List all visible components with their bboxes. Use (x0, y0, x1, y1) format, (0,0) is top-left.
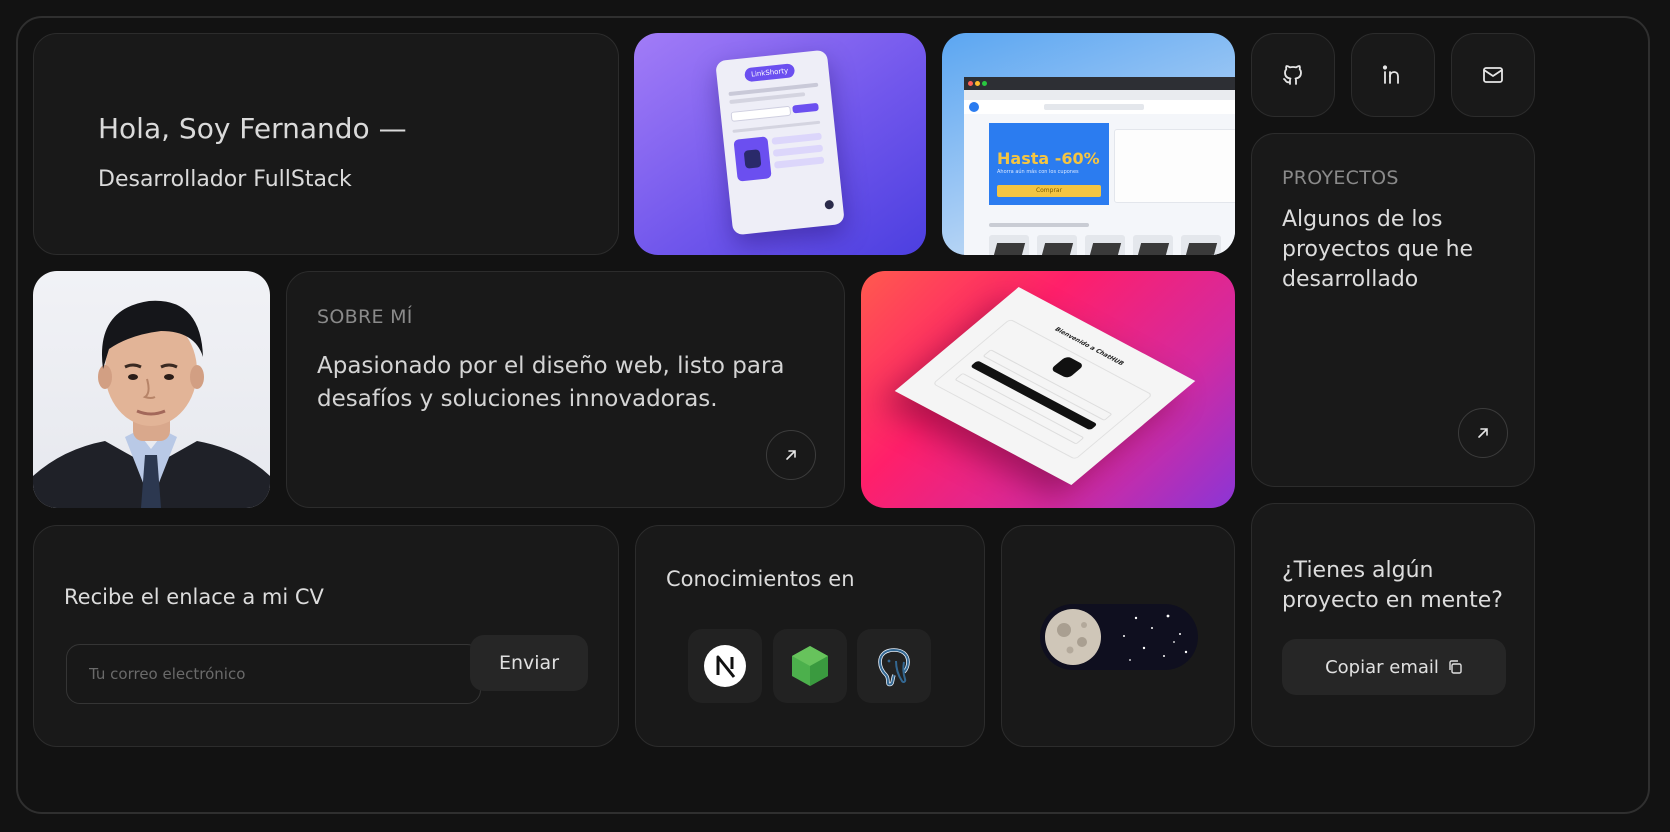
projects-card[interactable]: PROYECTOS Algunos de los proyectos que h… (1251, 133, 1535, 487)
profile-portrait (33, 300, 270, 508)
mail-button[interactable] (1451, 33, 1535, 117)
hero-subtitle: Desarrollador FullStack (98, 167, 352, 192)
about-label: SOBRE MÍ (317, 306, 413, 328)
chathub-mockup: Bienvenido a ChatHUB (894, 287, 1196, 485)
nextjs-icon (704, 645, 746, 687)
theme-card (1001, 525, 1235, 747)
nodejs-icon (792, 646, 828, 686)
about-card[interactable]: SOBRE MÍ Apasionado por el diseño web, l… (286, 271, 845, 508)
linkshorty-mockup: LinkShorty (715, 49, 845, 236)
linkshorty-header-button: LinkShorty (744, 63, 796, 83)
nodejs-logo (773, 629, 847, 703)
copy-icon (1449, 660, 1462, 674)
theme-toggle[interactable] (1040, 604, 1198, 670)
github-button[interactable] (1251, 33, 1335, 117)
send-button[interactable]: Enviar (470, 635, 588, 691)
project-chathub-card[interactable]: Bienvenido a ChatHUB (861, 271, 1235, 508)
about-arrow-button[interactable] (766, 430, 816, 480)
shop-promo-text: Hasta -60% (997, 149, 1100, 168)
shop-promo-subtext: Ahorra aún más con los cupones (997, 169, 1079, 175)
moon-icon (1045, 609, 1101, 665)
cv-title: Recibe el enlace a mi CV (64, 585, 324, 609)
contact-question: ¿Tienes algún proyecto en mente? (1282, 558, 1503, 613)
email-input[interactable] (66, 644, 481, 704)
linkedin-icon (1382, 65, 1399, 84)
cv-card: Recibe el enlace a mi CV Enviar (33, 525, 619, 747)
hero-card: Hola, Soy Fernando — Desarrollador FullS… (33, 33, 619, 255)
projects-arrow-button[interactable] (1458, 408, 1508, 458)
shop-cta-button: Comprar (997, 185, 1101, 197)
copy-email-label: Copiar email (1325, 656, 1439, 678)
about-text: Apasionado por el diseño web, listo para… (317, 353, 785, 412)
copy-email-button[interactable]: Copiar email (1282, 639, 1506, 695)
projects-description: Algunos de los proyectos que he desarrol… (1282, 207, 1474, 292)
skills-card: Conocimientos en (635, 525, 985, 747)
shop-promo-banner: Hasta -60% Ahorra aún más con los cupone… (989, 123, 1109, 205)
project-linkshorty-card[interactable]: LinkShorty (634, 33, 926, 255)
arrow-up-right-icon (786, 450, 796, 460)
postgresql-logo (857, 629, 931, 703)
github-icon (1283, 65, 1302, 85)
skills-title: Conocimientos en (666, 567, 855, 591)
hero-title: Hola, Soy Fernando — (98, 112, 407, 145)
postgresql-icon (878, 648, 910, 687)
contact-card: ¿Tienes algún proyecto en mente? Copiar … (1251, 503, 1535, 747)
linkedin-button[interactable] (1351, 33, 1435, 117)
profile-photo (33, 271, 270, 508)
projects-label: PROYECTOS (1282, 167, 1399, 189)
shop-browser-mockup: Hasta -60% Ahorra aún más con los cupone… (964, 77, 1235, 255)
nextjs-logo (688, 629, 762, 703)
mail-icon (1483, 67, 1503, 83)
project-shop-card[interactable]: Hasta -60% Ahorra aún más con los cupone… (942, 33, 1235, 255)
arrow-up-right-icon (1478, 428, 1488, 438)
